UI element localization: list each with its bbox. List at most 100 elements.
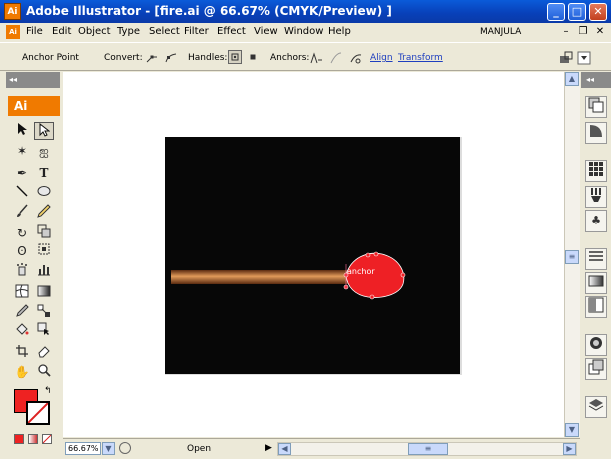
convert-to-smooth-icon[interactable] (164, 50, 178, 64)
layers-panel-icon[interactable] (585, 396, 607, 418)
document-icon[interactable]: Ai (6, 25, 20, 39)
maximize-button[interactable]: □ (568, 3, 586, 21)
menu-filter[interactable]: Filter (184, 26, 209, 37)
horizontal-scroll-thumb[interactable]: ≡ (408, 443, 448, 455)
convert-to-corner-icon[interactable] (145, 50, 159, 64)
align-link[interactable]: Align (370, 53, 393, 63)
pencil-tool-icon[interactable] (34, 204, 54, 222)
control-panel-menu-icon[interactable] (576, 50, 591, 65)
status-bar: 66.67% ▼ Open ▶ ◀ ≡ ▶ (63, 438, 580, 459)
menu-bar: Ai File Edit Object Type Select Filter E… (0, 23, 611, 42)
tools-panel: ◂◂ Ai ✶ ஐ ✒ T ↻ ʘ ✋ ↰ (6, 72, 60, 457)
document-restore-button[interactable]: ❐ (576, 26, 590, 39)
selection-tool-icon[interactable] (12, 122, 32, 140)
color-panel-icon[interactable] (585, 96, 607, 118)
eyedropper-tool-icon[interactable] (12, 304, 32, 322)
panel-dock: ◂◂ ♣ (581, 72, 611, 459)
user-name: MANJULA (480, 27, 522, 37)
hide-handles-icon[interactable] (246, 50, 260, 64)
connect-endpoints-icon[interactable] (328, 50, 342, 64)
menu-file[interactable]: File (26, 26, 43, 37)
hand-tool-icon[interactable]: ✋ (12, 363, 32, 381)
vertical-scroll-thumb[interactable]: ≡ (565, 250, 579, 264)
live-paint-bucket-tool-icon[interactable] (12, 322, 32, 340)
scale-tool-icon[interactable] (34, 224, 54, 242)
scroll-right-arrow-icon[interactable]: ▶ (563, 443, 576, 455)
type-tool-icon[interactable]: T (34, 164, 54, 182)
none-mode-icon[interactable] (42, 434, 52, 444)
swap-fill-stroke-icon[interactable]: ↰ (44, 386, 54, 396)
horizontal-scrollbar[interactable]: ◀ ≡ ▶ (277, 442, 577, 456)
magic-wand-tool-icon[interactable]: ✶ (12, 142, 32, 160)
artboard[interactable]: anchor (165, 137, 462, 375)
pen-tool-icon[interactable]: ✒ (12, 164, 32, 182)
color-mode-icon[interactable] (14, 434, 24, 444)
symbols-panel-icon[interactable]: ♣ (585, 210, 607, 232)
handles-label: Handles: (188, 53, 228, 63)
zoom-tool-icon[interactable] (34, 363, 54, 381)
column-graph-tool-icon[interactable] (34, 262, 54, 280)
graphic-styles-panel-icon[interactable] (585, 358, 607, 380)
matchstick (171, 270, 349, 284)
blend-tool-icon[interactable] (34, 304, 54, 322)
panel-dock-collapse[interactable]: ◂◂ (581, 72, 611, 88)
color-guide-panel-icon[interactable] (585, 122, 607, 144)
transform-link[interactable]: Transform (398, 53, 443, 63)
brushes-panel-icon[interactable] (585, 186, 607, 208)
menu-window[interactable]: Window (284, 26, 323, 37)
vertical-scrollbar[interactable]: ▲ ≡ ▼ (564, 72, 580, 437)
menu-help[interactable]: Help (328, 26, 351, 37)
swatches-panel-icon[interactable] (585, 160, 607, 182)
gradient-panel-icon[interactable] (585, 272, 607, 294)
illustrator-app-icon[interactable]: Ai (4, 3, 21, 20)
appearance-panel-icon[interactable] (585, 334, 607, 356)
menu-type[interactable]: Type (117, 26, 140, 37)
minimize-button[interactable]: _ (547, 3, 565, 21)
stroke-panel-icon[interactable] (585, 248, 607, 270)
rotate-tool-icon[interactable]: ↻ (12, 224, 32, 242)
scroll-up-arrow-icon[interactable]: ▲ (565, 72, 579, 86)
free-transform-tool-icon[interactable] (34, 242, 54, 260)
zoom-dropdown-icon[interactable]: ▼ (102, 442, 115, 455)
show-handles-icon[interactable] (228, 50, 242, 64)
convert-label: Convert: (104, 53, 143, 63)
zoom-level-field[interactable]: 66.67% (65, 442, 101, 455)
scroll-down-arrow-icon[interactable]: ▼ (565, 423, 579, 437)
live-paint-selection-tool-icon[interactable] (34, 322, 54, 340)
menu-object[interactable]: Object (78, 26, 111, 37)
anchors-label: Anchors: (270, 53, 310, 63)
symbol-sprayer-tool-icon[interactable] (12, 262, 32, 280)
menu-edit[interactable]: Edit (52, 26, 71, 37)
transparency-panel-icon[interactable] (585, 296, 607, 318)
paintbrush-tool-icon[interactable] (12, 204, 32, 222)
line-segment-tool-icon[interactable] (12, 184, 32, 202)
lasso-tool-icon[interactable]: ஐ (34, 142, 54, 160)
warp-tool-icon[interactable]: ʘ (12, 242, 32, 260)
gradient-mode-icon[interactable] (28, 434, 38, 444)
tools-panel-collapse[interactable]: ◂◂ (6, 72, 60, 88)
menu-effect[interactable]: Effect (217, 26, 246, 37)
title-bar[interactable]: Ai Adobe Illustrator - [fire.ai @ 66.67%… (0, 0, 611, 23)
remove-anchor-icon[interactable] (308, 50, 322, 64)
document-minimize-button[interactable]: – (559, 26, 573, 39)
cut-path-icon[interactable] (348, 50, 362, 64)
eraser-tool-icon[interactable] (34, 344, 54, 362)
menu-view[interactable]: View (254, 26, 278, 37)
illustrator-logo[interactable]: Ai (8, 96, 60, 116)
stroke-color-swatch[interactable] (26, 401, 50, 425)
isolate-selection-icon[interactable] (558, 50, 573, 64)
document-close-button[interactable]: ✕ (593, 26, 607, 39)
scroll-left-arrow-icon[interactable]: ◀ (278, 443, 291, 455)
document-status-text: Open (187, 444, 212, 454)
menu-select[interactable]: Select (149, 26, 180, 37)
mesh-tool-icon[interactable] (12, 284, 32, 302)
direct-selection-tool-icon[interactable] (34, 122, 54, 140)
gradient-tool-icon[interactable] (34, 284, 54, 302)
current-tool-name: Anchor Point (22, 53, 79, 63)
close-button[interactable]: ✕ (589, 3, 607, 21)
crop-area-tool-icon[interactable] (12, 344, 32, 362)
ellipse-tool-icon[interactable] (34, 184, 54, 202)
anchor-hint-label: anchor (347, 267, 375, 276)
status-menu-arrow-icon[interactable]: ▶ (265, 443, 272, 453)
version-cue-icon[interactable] (119, 442, 131, 454)
